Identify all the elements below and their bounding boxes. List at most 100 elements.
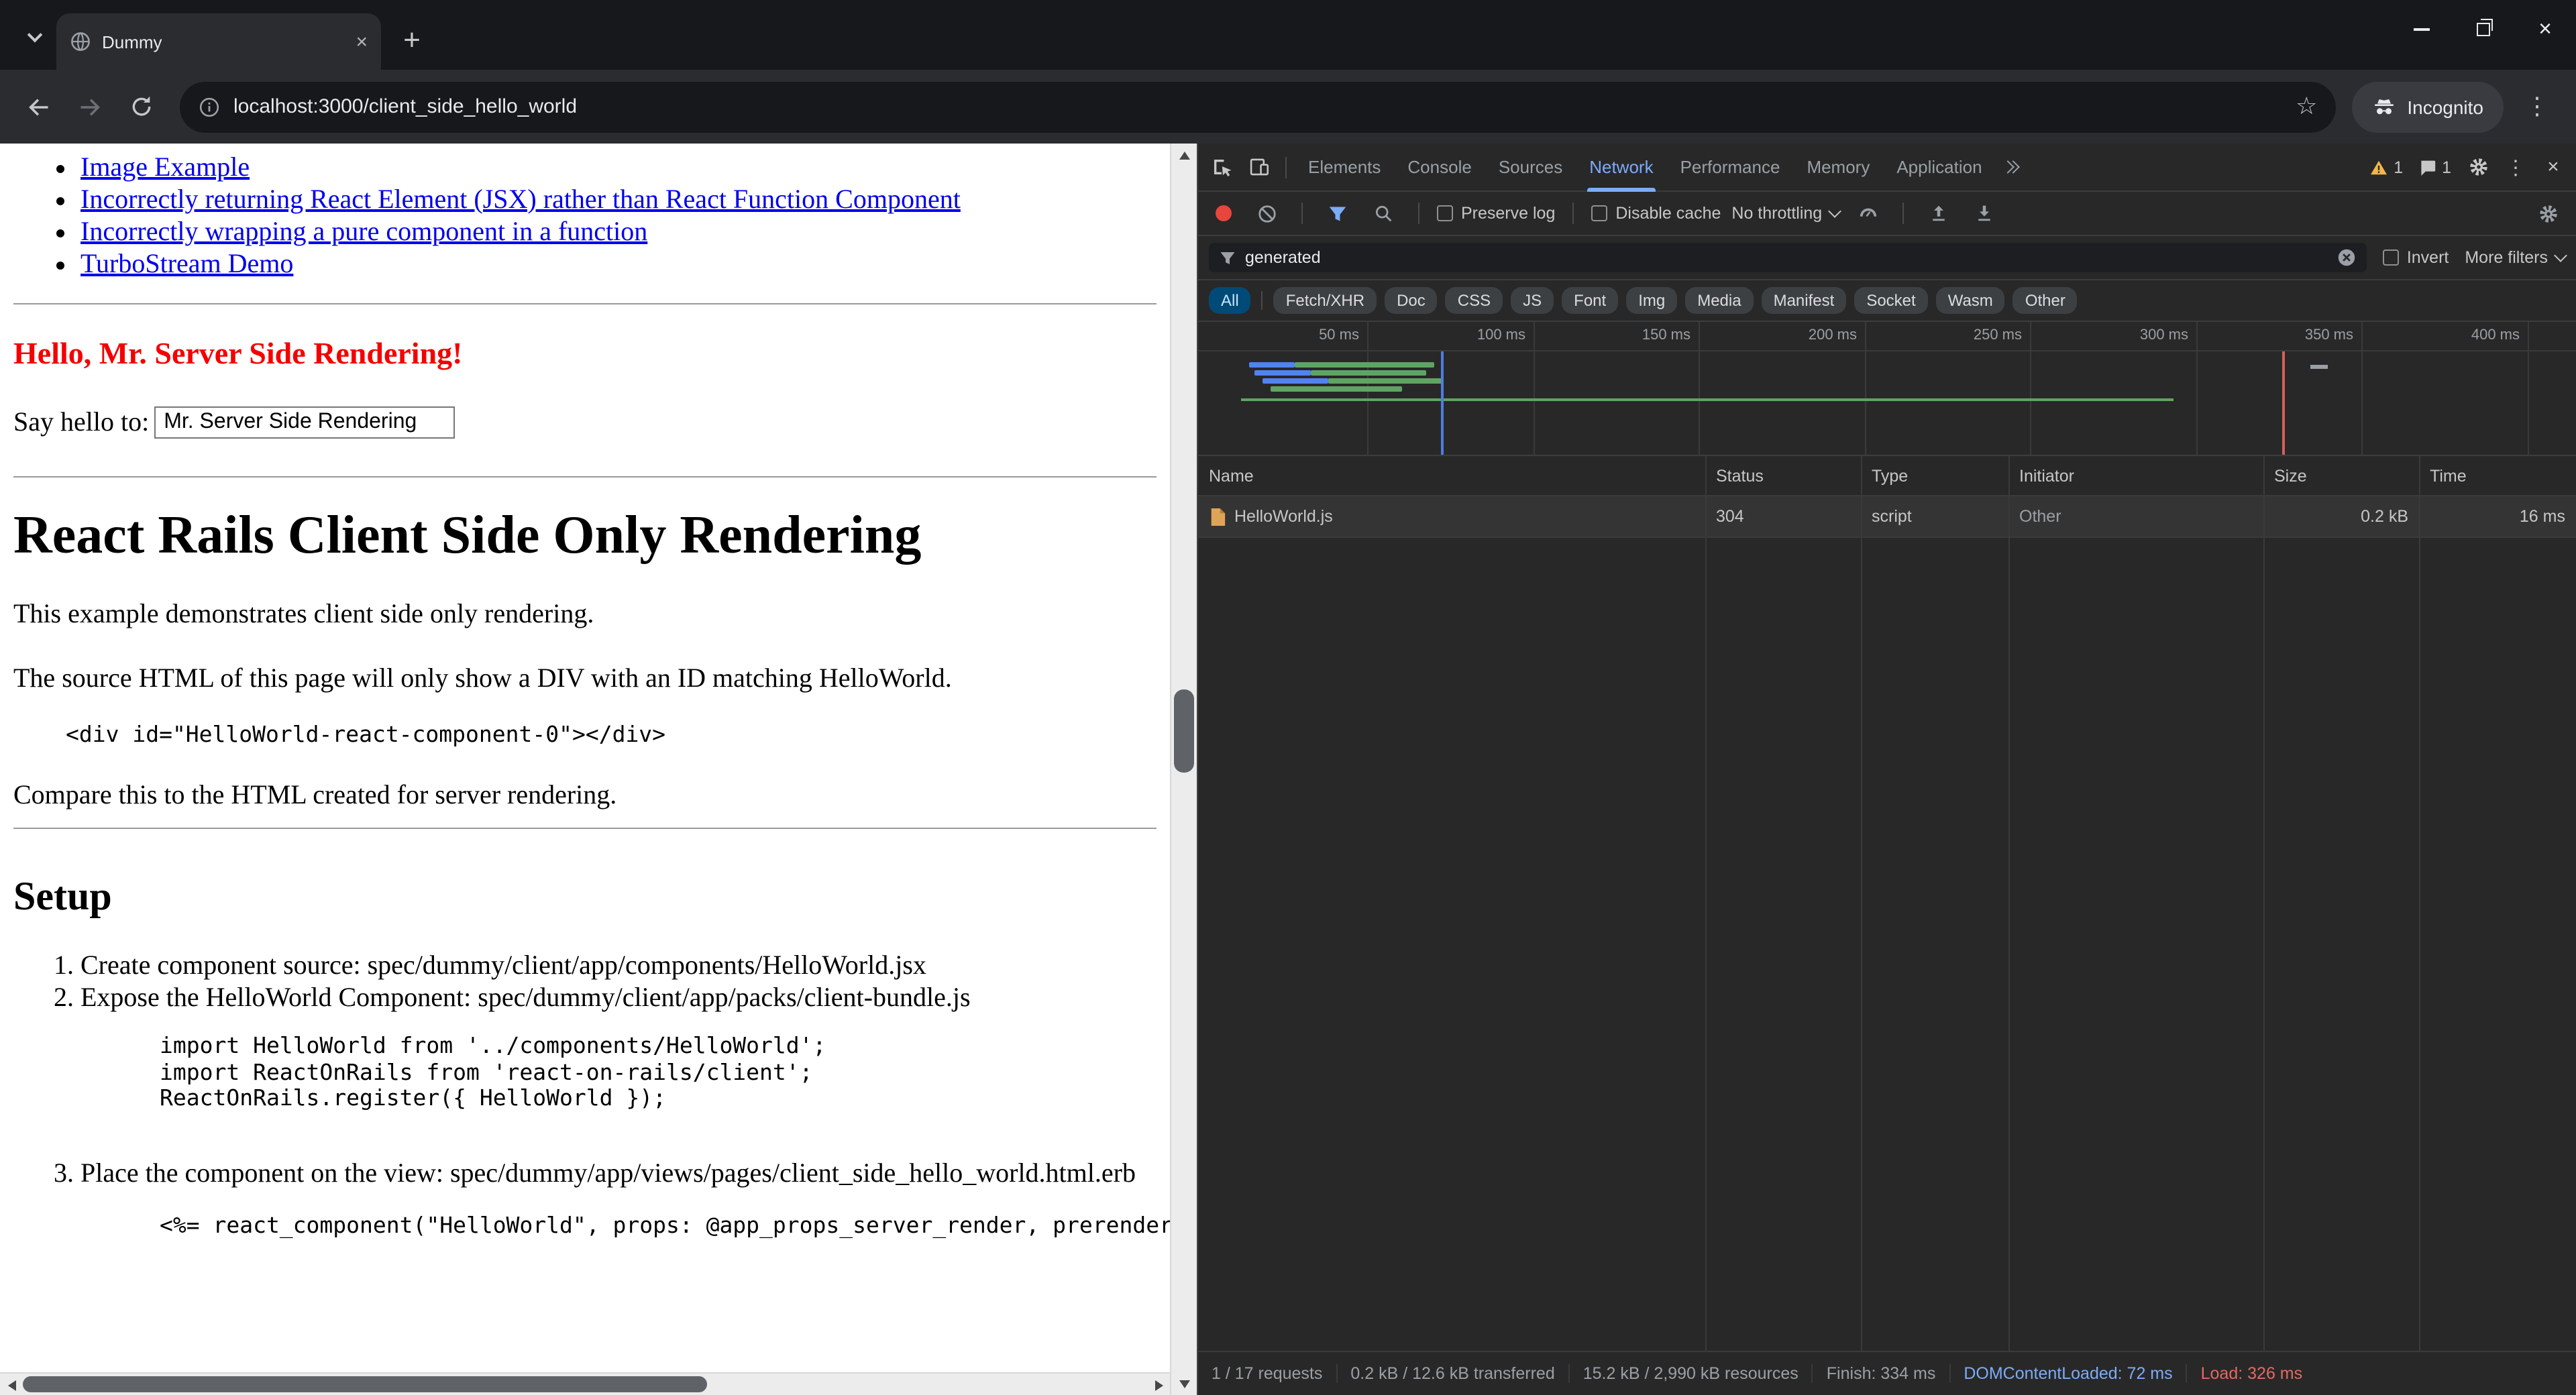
record-network-log-button[interactable] (1216, 205, 1232, 221)
link-turbostream-demo[interactable]: TurboStream Demo (80, 249, 293, 279)
bookmark-star-icon[interactable]: ☆ (2296, 93, 2317, 121)
scroll-left-button[interactable] (0, 1374, 23, 1395)
type-pill-wasm[interactable]: Wasm (1936, 287, 2005, 314)
type-pill-other[interactable]: Other (2013, 287, 2078, 314)
browser-menu-button[interactable]: ⋮ (2514, 84, 2560, 129)
link-image-example[interactable]: Image Example (80, 153, 250, 182)
type-pill-all[interactable]: All (1209, 287, 1251, 314)
import-har-icon[interactable] (1921, 196, 1956, 231)
reload-button[interactable] (118, 84, 164, 129)
type-pill-img[interactable]: Img (1626, 287, 1677, 314)
column-header-status[interactable]: Status (1705, 466, 1861, 485)
scroll-down-button[interactable] (1171, 1372, 1198, 1395)
type-pill-css[interactable]: CSS (1446, 287, 1503, 314)
type-pill-fetch-xhr[interactable]: Fetch/XHR (1274, 287, 1377, 314)
type-pill-js[interactable]: JS (1511, 287, 1554, 314)
network-overview-timeline[interactable]: 50 ms 100 ms 150 ms 200 ms 250 ms 300 ms… (1198, 322, 2576, 456)
type-pill-font[interactable]: Font (1562, 287, 1618, 314)
more-tabs-button[interactable] (1997, 162, 2029, 172)
setup-step: Place the component on the view: spec/du… (80, 1157, 1157, 1241)
network-filterbar: generated Invert More filters (1198, 236, 2576, 280)
search-icon[interactable] (1366, 196, 1401, 231)
devtools-tab-sources[interactable]: Sources (1487, 143, 1574, 191)
waterfall-bar (1254, 370, 1311, 376)
code-block: <%= react_component("HelloWorld", props:… (160, 1209, 1157, 1241)
devtools-settings-icon[interactable] (2461, 150, 2496, 184)
restore-window-button[interactable] (2453, 0, 2514, 59)
hello-name-input[interactable] (154, 406, 455, 439)
warnings-badge[interactable]: 1 (2363, 158, 2410, 176)
request-name-cell: HelloWorld.js (1198, 506, 1705, 526)
forward-button[interactable] (67, 84, 113, 129)
issues-badge[interactable]: 1 (2412, 158, 2458, 176)
column-header-type[interactable]: Type (1861, 466, 2008, 485)
column-header-name[interactable]: Name (1198, 466, 1705, 485)
setup-step: Expose the HelloWorld Component: spec/du… (80, 982, 1157, 1111)
waterfall-long-request-line (1241, 398, 2174, 401)
ruler-label: 100 ms (1477, 327, 1525, 343)
type-pill-manifest[interactable]: Manifest (1762, 287, 1847, 314)
browser-toolbar: localhost:3000/client_side_hello_world ☆… (0, 70, 2576, 144)
minimize-button[interactable] (2391, 0, 2453, 59)
say-hello-row: Say hello to: (13, 406, 1157, 439)
browser-tab[interactable]: Dummy × (56, 13, 381, 70)
type-pill-socket[interactable]: Socket (1854, 287, 1927, 314)
site-info-icon[interactable] (199, 96, 220, 117)
address-bar[interactable]: localhost:3000/client_side_hello_world ☆ (180, 81, 2336, 132)
vertical-scrollbar[interactable] (1170, 144, 1197, 1395)
devtools-tab-network[interactable]: Network (1577, 143, 1665, 191)
finish-time: Finish: 334 ms (1813, 1364, 1949, 1383)
column-header-size[interactable]: Size (2263, 466, 2419, 485)
disable-cache-checkbox[interactable]: Disable cache (1591, 204, 1721, 223)
list-item: Image Example (80, 152, 1157, 184)
back-button[interactable] (16, 84, 62, 129)
devtools-tab-elements[interactable]: Elements (1296, 143, 1393, 191)
tab-search-button[interactable] (16, 19, 54, 56)
export-har-icon[interactable] (1967, 196, 2002, 231)
vertical-scrollbar-thumb[interactable] (1174, 689, 1194, 773)
column-header-time[interactable]: Time (2419, 466, 2576, 485)
horizontal-scrollbar[interactable] (0, 1372, 1170, 1395)
divider (1301, 203, 1303, 224)
tab-close-button[interactable]: × (356, 32, 368, 52)
more-filters-button[interactable]: More filters (2465, 248, 2565, 267)
scroll-up-button[interactable] (1171, 144, 1198, 166)
type-pill-media[interactable]: Media (1685, 287, 1753, 314)
devtools-tab-performance[interactable]: Performance (1668, 143, 1792, 191)
filter-icon[interactable] (1320, 196, 1355, 231)
chevron-down-icon (28, 27, 43, 43)
invert-checkbox[interactable]: Invert (2383, 248, 2449, 267)
divider (13, 828, 1157, 829)
arrow-left-icon (27, 95, 51, 119)
network-request-row[interactable]: HelloWorld.js 304 script Other 0.2 kB 16… (1198, 496, 2576, 538)
issues-bubble-icon (2419, 159, 2436, 175)
devtools-close-icon[interactable]: × (2536, 150, 2571, 184)
clear-network-log-icon[interactable] (1249, 196, 1284, 231)
devtools-tab-application[interactable]: Application (1884, 143, 1994, 191)
devtools-tab-console[interactable]: Console (1395, 143, 1483, 191)
divider (1285, 156, 1287, 178)
preserve-log-checkbox[interactable]: Preserve log (1437, 204, 1555, 223)
devtools-menu-icon[interactable]: ⋮ (2498, 150, 2533, 184)
type-pill-doc[interactable]: Doc (1385, 287, 1438, 314)
triangle-right-icon (1155, 1380, 1163, 1390)
throttling-select[interactable]: No throttling (1731, 204, 1839, 223)
close-window-button[interactable]: × (2514, 0, 2576, 59)
scroll-right-button[interactable] (1147, 1374, 1170, 1395)
device-toolbar-icon[interactable] (1241, 150, 1276, 184)
inspect-element-icon[interactable] (1203, 150, 1238, 184)
horizontal-scrollbar-thumb[interactable] (23, 1376, 707, 1392)
clear-filter-icon[interactable] (2337, 248, 2356, 267)
filter-value: generated (1245, 248, 2328, 267)
link-incorrect-jsx[interactable]: Incorrectly returning React Element (JSX… (80, 185, 961, 215)
network-conditions-icon[interactable] (1850, 196, 1885, 231)
column-header-initiator[interactable]: Initiator (2008, 466, 2263, 485)
page-content: Image Example Incorrectly returning Reac… (0, 144, 1170, 1241)
link-incorrect-wrapping[interactable]: Incorrectly wrapping a pure component in… (80, 217, 647, 247)
devtools-tab-memory[interactable]: Memory (1794, 143, 1882, 191)
waterfall-bar (1263, 378, 1328, 384)
new-tab-button[interactable]: + (392, 20, 432, 60)
network-filter-input[interactable]: generated (1209, 243, 2367, 272)
ruler-label: 300 ms (2140, 327, 2188, 343)
network-settings-icon[interactable] (2530, 196, 2565, 231)
